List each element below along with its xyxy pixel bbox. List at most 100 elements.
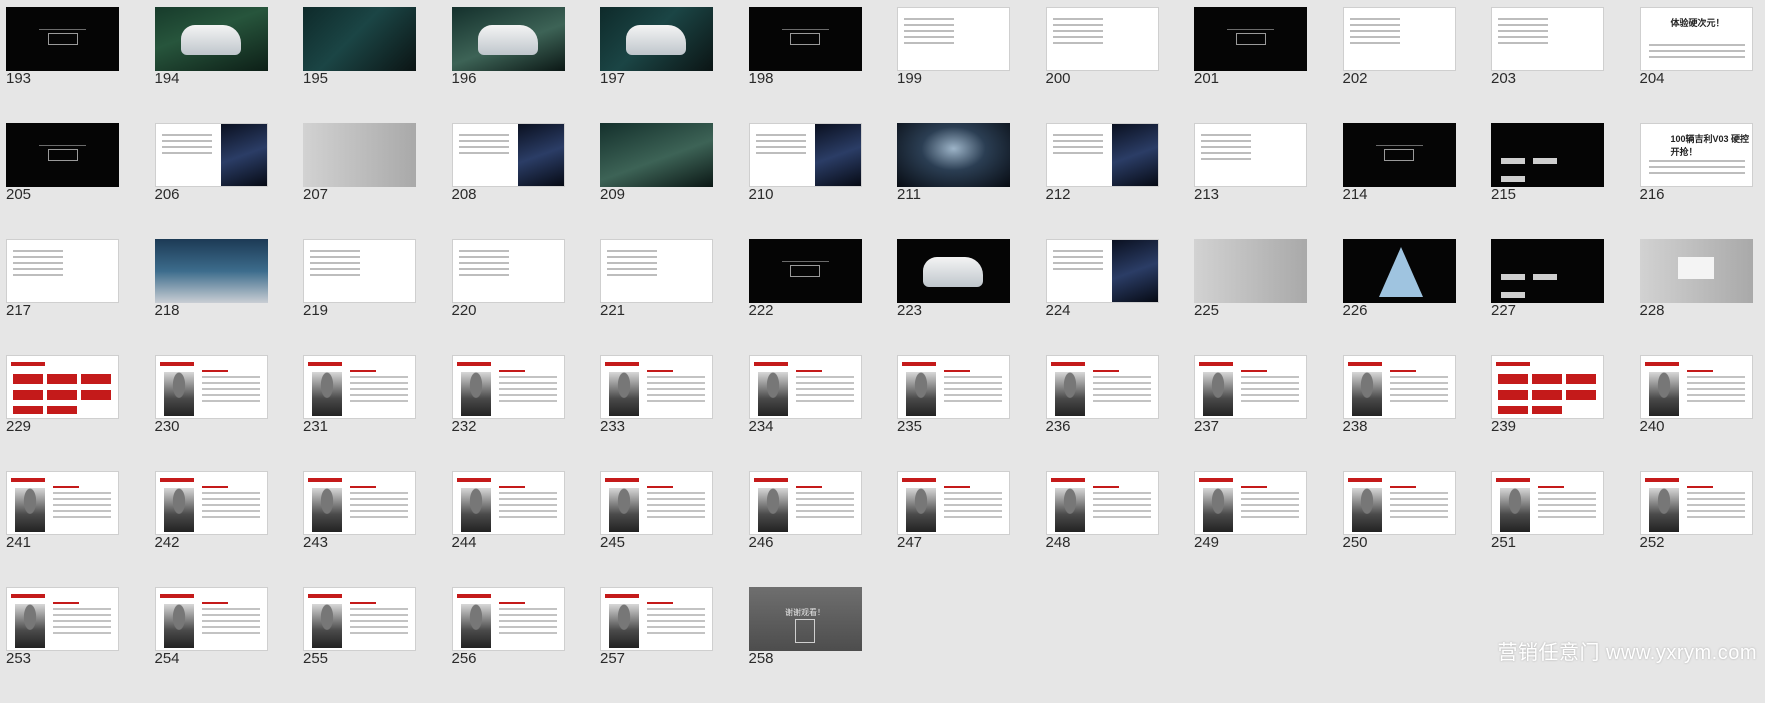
slide-thumbnail-image[interactable] (6, 587, 119, 651)
slide-thumbnail-image[interactable] (452, 587, 565, 651)
slide-thumbnail-item[interactable]: 100辆吉利V03 硬控开抢！216 (1640, 123, 1765, 239)
slide-thumbnail-image[interactable] (600, 7, 713, 71)
slide-thumbnail-item[interactable]: 200 (1046, 7, 1195, 123)
slide-thumbnail-item[interactable]: 250 (1343, 471, 1492, 587)
slide-thumbnail-image[interactable] (1046, 123, 1159, 187)
slide-thumbnail-item[interactable]: 203 (1491, 7, 1640, 123)
slide-thumbnail-image[interactable] (1343, 471, 1456, 535)
slide-thumbnail-image[interactable] (452, 471, 565, 535)
slide-thumbnail-item[interactable]: 202 (1343, 7, 1492, 123)
slide-thumbnail-image[interactable] (1343, 123, 1456, 187)
slide-thumbnail-image[interactable] (600, 123, 713, 187)
slide-thumbnail-image[interactable] (749, 239, 862, 303)
slide-thumbnail-item[interactable]: 193 (6, 7, 155, 123)
slide-thumbnail-item[interactable]: 255 (303, 587, 452, 703)
slide-thumbnail-image[interactable] (1640, 471, 1753, 535)
slide-thumbnail-image[interactable] (600, 355, 713, 419)
slide-thumbnail-item[interactable]: 213 (1194, 123, 1343, 239)
slide-thumbnail-image[interactable] (1046, 239, 1159, 303)
slide-thumbnail-item[interactable]: 249 (1194, 471, 1343, 587)
slide-thumbnail-image[interactable] (1194, 123, 1307, 187)
slide-thumbnail-image[interactable] (303, 123, 416, 187)
slide-thumbnail-image[interactable] (155, 7, 268, 71)
slide-thumbnail-item[interactable]: 体验硬次元！204 (1640, 7, 1765, 123)
slide-thumbnail-image[interactable] (749, 123, 862, 187)
slide-thumbnail-item[interactable]: 196 (452, 7, 601, 123)
slide-thumbnail-image[interactable] (1343, 7, 1456, 71)
slide-thumbnail-image[interactable] (303, 471, 416, 535)
slide-thumbnail-image[interactable] (1491, 123, 1604, 187)
slide-thumbnail-image[interactable] (155, 239, 268, 303)
slide-thumbnail-item[interactable]: 238 (1343, 355, 1492, 471)
slide-thumbnail-image[interactable] (749, 471, 862, 535)
slide-thumbnail-image[interactable] (1343, 355, 1456, 419)
slide-thumbnail-image[interactable] (1194, 355, 1307, 419)
slide-thumbnail-item[interactable]: 253 (6, 587, 155, 703)
slide-thumbnail-item[interactable]: 208 (452, 123, 601, 239)
slide-thumbnail-item[interactable]: 254 (155, 587, 304, 703)
slide-thumbnail-item[interactable]: 206 (155, 123, 304, 239)
slide-thumbnail-item[interactable]: 247 (897, 471, 1046, 587)
slide-thumbnail-image[interactable] (1640, 239, 1753, 303)
slide-thumbnail-item[interactable]: 246 (749, 471, 898, 587)
slide-thumbnail-item[interactable]: 251 (1491, 471, 1640, 587)
slide-thumbnail-image[interactable] (1046, 355, 1159, 419)
slide-thumbnail-item[interactable]: 252 (1640, 471, 1765, 587)
slide-thumbnail-item[interactable]: 219 (303, 239, 452, 355)
slide-thumbnail-item[interactable]: 226 (1343, 239, 1492, 355)
slide-thumbnail-item[interactable]: 231 (303, 355, 452, 471)
slide-thumbnail-item[interactable]: 227 (1491, 239, 1640, 355)
slide-thumbnail-image[interactable] (155, 471, 268, 535)
slide-thumbnail-item[interactable]: 236 (1046, 355, 1195, 471)
slide-thumbnail-item[interactable]: 214 (1343, 123, 1492, 239)
slide-thumbnail-item[interactable]: 233 (600, 355, 749, 471)
slide-thumbnail-item[interactable]: 241 (6, 471, 155, 587)
slide-thumbnail-image[interactable] (600, 471, 713, 535)
slide-thumbnail-image[interactable] (303, 239, 416, 303)
slide-thumbnail-image[interactable] (749, 7, 862, 71)
slide-thumbnail-image[interactable] (452, 239, 565, 303)
slide-thumbnail-item[interactable]: 205 (6, 123, 155, 239)
slide-thumbnail-image[interactable] (600, 239, 713, 303)
slide-thumbnail-item[interactable]: 256 (452, 587, 601, 703)
slide-thumbnail-item[interactable]: 194 (155, 7, 304, 123)
slide-thumbnail-image[interactable] (1046, 471, 1159, 535)
slide-thumbnail-item[interactable]: 谢谢观看！258 (749, 587, 898, 703)
slide-thumbnail-image[interactable]: 100辆吉利V03 硬控开抢！ (1640, 123, 1753, 187)
slide-thumbnail-item[interactable]: 243 (303, 471, 452, 587)
slide-thumbnail-item[interactable]: 230 (155, 355, 304, 471)
slide-thumbnail-item[interactable]: 257 (600, 587, 749, 703)
slide-thumbnail-image[interactable] (1194, 239, 1307, 303)
slide-thumbnail-image[interactable]: 体验硬次元！ (1640, 7, 1753, 71)
slide-thumbnail-image[interactable] (303, 587, 416, 651)
slide-thumbnail-item[interactable]: 198 (749, 7, 898, 123)
slide-thumbnail-item[interactable]: 229 (6, 355, 155, 471)
slide-thumbnail-image[interactable] (897, 123, 1010, 187)
slide-thumbnail-image[interactable] (6, 7, 119, 71)
slide-thumbnail-image[interactable] (897, 471, 1010, 535)
slide-thumbnail-item[interactable]: 224 (1046, 239, 1195, 355)
slide-thumbnail-image[interactable] (749, 355, 862, 419)
slide-thumbnail-image[interactable] (1046, 7, 1159, 71)
slide-thumbnail-item[interactable]: 225 (1194, 239, 1343, 355)
slide-thumbnail-item[interactable]: 211 (897, 123, 1046, 239)
slide-thumbnail-image[interactable] (897, 7, 1010, 71)
slide-thumbnail-item[interactable]: 215 (1491, 123, 1640, 239)
slide-thumbnail-image[interactable] (155, 355, 268, 419)
slide-thumbnail-image[interactable] (6, 355, 119, 419)
slide-thumbnail-image[interactable] (1343, 239, 1456, 303)
slide-thumbnail-item[interactable]: 199 (897, 7, 1046, 123)
slide-thumbnail-item[interactable]: 240 (1640, 355, 1765, 471)
slide-thumbnail-image[interactable] (1491, 7, 1604, 71)
slide-thumbnail-item[interactable]: 197 (600, 7, 749, 123)
slide-thumbnail-image[interactable] (1491, 471, 1604, 535)
slide-thumbnail-image[interactable] (1640, 355, 1753, 419)
slide-thumbnail-item[interactable]: 218 (155, 239, 304, 355)
slide-thumbnail-image[interactable] (1491, 355, 1604, 419)
slide-thumbnail-item[interactable]: 209 (600, 123, 749, 239)
slide-thumbnail-item[interactable]: 235 (897, 355, 1046, 471)
slide-thumbnail-image[interactable] (1194, 471, 1307, 535)
slide-thumbnail-image[interactable] (1491, 239, 1604, 303)
slide-thumbnail-image[interactable] (1194, 7, 1307, 71)
slide-thumbnail-item[interactable]: 242 (155, 471, 304, 587)
